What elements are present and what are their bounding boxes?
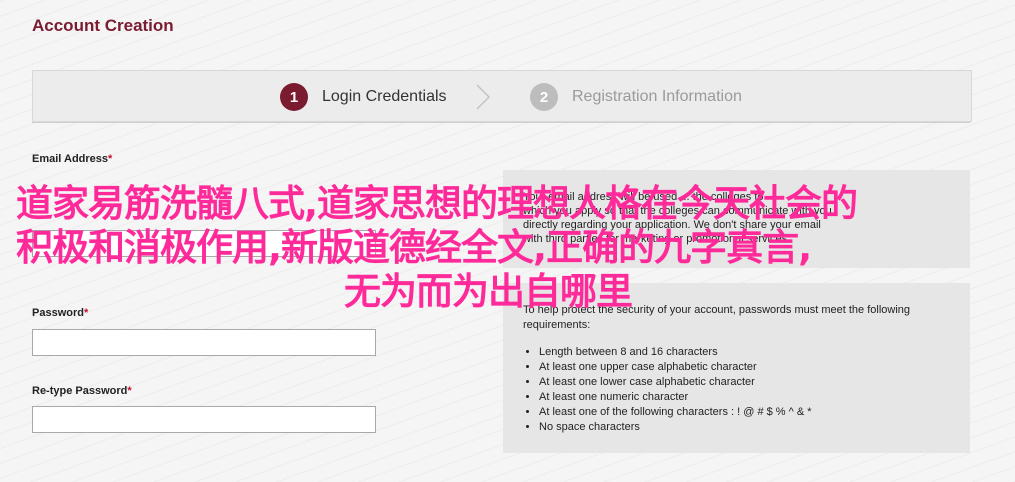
list-item: At least one of the following characters… [539,405,950,420]
step-login-credentials[interactable]: 1 Login Credentials [280,83,447,111]
list-item: No space characters [539,420,950,435]
page-title: Account Creation [32,16,174,35]
email-label: Email Address* [32,153,112,165]
step-label: Registration Information [572,88,742,105]
retype-password-label: Re-type Password* [32,385,132,397]
password-field[interactable] [32,329,376,356]
password-requirements-list: Length between 8 and 16 characters At le… [523,345,950,435]
retype-label-text: Re-type Password [32,385,128,397]
step-indicator: 1 Login Credentials 2 Registration Infor… [32,70,972,122]
divider [32,122,970,123]
step-number-badge: 1 [280,83,308,111]
list-item: At least one numeric character [539,390,950,405]
chevron-right-icon [476,84,491,110]
list-item: Length between 8 and 16 characters [539,345,950,360]
overlay-watermark-text: 道家易筋洗髓八式,道家思想的理想人格在今天社会的 积极和消极作用,新版道德经全文… [16,182,1000,314]
step-registration-information[interactable]: 2 Registration Information [530,83,742,111]
required-marker: * [108,153,113,165]
overlay-line: 无为而为出自哪里 [344,270,633,313]
email-label-text: Email Address [32,153,109,165]
step-label: Login Credentials [322,88,447,105]
step-number-badge: 2 [530,83,558,111]
overlay-line: 积极和消极作用,新版道德经全文,正确的九字真言, [16,226,812,269]
overlay-line: 道家易筋洗髓八式,道家思想的理想人格在今天社会的 [16,182,858,225]
list-item: At least one upper case alphabetic chara… [539,360,950,375]
list-item: At least one lower case alphabetic chara… [539,375,950,390]
retype-password-field[interactable] [32,406,376,433]
required-marker: * [127,385,132,397]
